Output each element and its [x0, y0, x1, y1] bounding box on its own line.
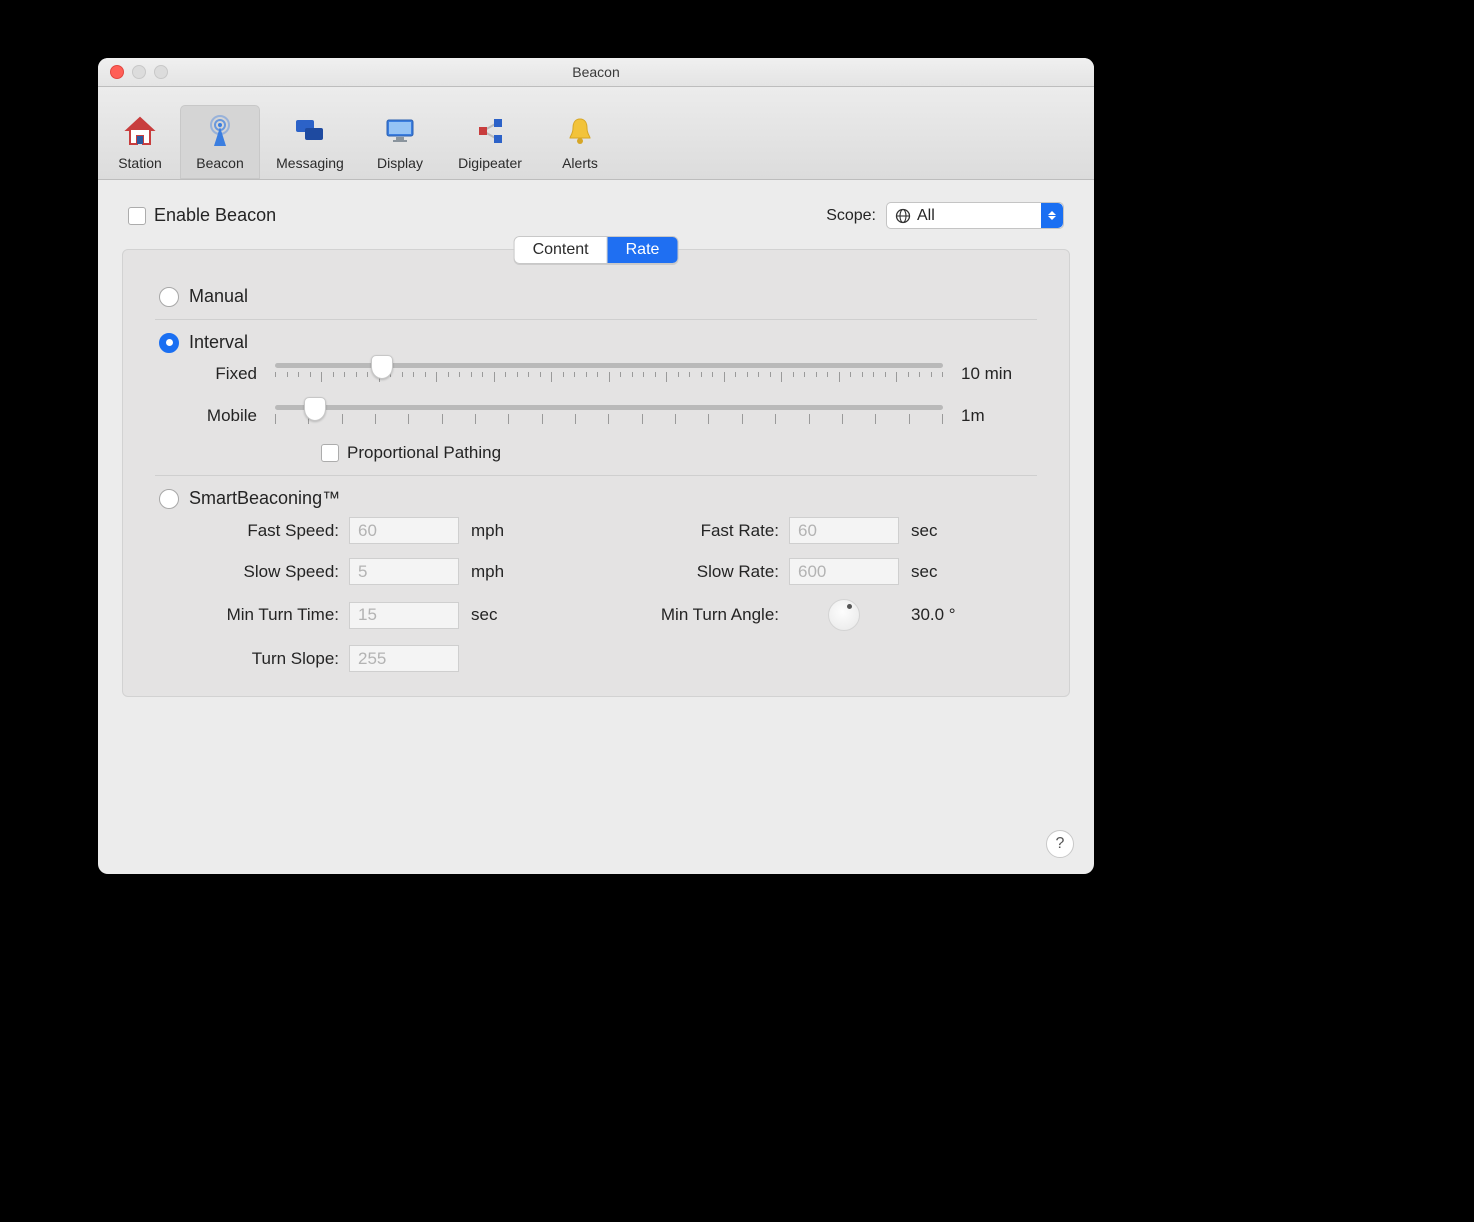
fixed-slider[interactable] [275, 353, 943, 395]
min-turn-angle-value: 30.0 ° [899, 605, 969, 625]
slow-rate-input[interactable] [789, 558, 899, 585]
fast-speed-unit: mph [459, 521, 519, 541]
bell-icon [540, 111, 620, 151]
fast-rate-input[interactable] [789, 517, 899, 544]
min-turn-angle-label: Min Turn Angle: [639, 605, 789, 625]
preferences-toolbar: Station Beacon Messaging Display Digipea… [98, 87, 1094, 180]
checkbox-box [128, 207, 146, 225]
seg-content[interactable]: Content [515, 237, 608, 263]
toolbar-label: Display [360, 155, 440, 171]
fixed-value: 10 min [961, 364, 1025, 384]
proportional-pathing-label: Proportional Pathing [347, 443, 501, 463]
close-window-button[interactable] [110, 65, 124, 79]
fast-speed-label: Fast Speed: [179, 521, 349, 541]
help-button[interactable]: ? [1046, 830, 1074, 858]
mode-interval-label: Interval [189, 332, 248, 353]
fast-rate-unit: sec [899, 521, 969, 541]
toolbar-item-station[interactable]: Station [100, 105, 180, 179]
mode-manual-radio[interactable]: Manual [159, 286, 1033, 307]
toolbar-item-display[interactable]: Display [360, 105, 440, 179]
checkbox-box [321, 444, 339, 462]
mode-smartbeaconing-label: SmartBeaconing™ [189, 488, 340, 509]
min-turn-angle-dial[interactable] [828, 599, 860, 631]
proportional-pathing-checkbox[interactable]: Proportional Pathing [203, 443, 1025, 463]
toolbar-label: Beacon [180, 155, 260, 171]
fixed-label: Fixed [203, 364, 257, 384]
toolbar-item-messaging[interactable]: Messaging [260, 105, 360, 179]
scope-value: All [917, 207, 935, 225]
mobile-slider[interactable] [275, 395, 943, 437]
interval-sliders: Fixed 10 min Mobile 1m [159, 353, 1033, 463]
seg-rate[interactable]: Rate [608, 237, 678, 263]
toolbar-label: Digipeater [440, 155, 540, 171]
enable-beacon-checkbox[interactable]: Enable Beacon [128, 205, 276, 226]
toolbar-label: Alerts [540, 155, 620, 171]
chat-icon [260, 111, 360, 151]
zoom-window-button[interactable] [154, 65, 168, 79]
content-area: Enable Beacon Scope: All Content Rate Ma… [98, 180, 1094, 874]
antenna-icon [180, 111, 260, 151]
content-rate-segmented: Content Rate [514, 236, 679, 264]
smartbeaconing-grid: Fast Speed: mph Fast Rate: sec Slow Spee… [159, 509, 1033, 672]
window-title: Beacon [98, 64, 1094, 80]
min-turn-time-label: Min Turn Time: [179, 605, 349, 625]
toolbar-item-digipeater[interactable]: Digipeater [440, 105, 540, 179]
globe-icon [895, 208, 911, 224]
turn-slope-input[interactable] [349, 645, 459, 672]
popup-arrows-icon [1041, 203, 1063, 228]
toolbar-label: Messaging [260, 155, 360, 171]
preferences-window: Beacon Station Beacon Messaging Display [98, 58, 1094, 874]
slow-rate-unit: sec [899, 562, 969, 582]
fast-speed-input[interactable] [349, 517, 459, 544]
radio-selected-icon [159, 333, 179, 353]
mobile-label: Mobile [203, 406, 257, 426]
separator [155, 475, 1037, 476]
toolbar-item-alerts[interactable]: Alerts [540, 105, 620, 179]
scope-label: Scope: [826, 207, 876, 225]
radio-icon [159, 287, 179, 307]
fast-rate-label: Fast Rate: [639, 521, 789, 541]
titlebar: Beacon [98, 58, 1094, 87]
slow-speed-label: Slow Speed: [179, 562, 349, 582]
mobile-value: 1m [961, 406, 1025, 426]
rate-group: Manual Interval Fixed 10 min [122, 249, 1070, 697]
share-icon [440, 111, 540, 151]
minimize-window-button[interactable] [132, 65, 146, 79]
separator [155, 319, 1037, 320]
mode-smartbeaconing-radio[interactable]: SmartBeaconing™ [159, 488, 1033, 509]
radio-icon [159, 489, 179, 509]
toolbar-item-beacon[interactable]: Beacon [180, 105, 260, 179]
house-icon [100, 111, 180, 151]
scope-popup[interactable]: All [886, 202, 1064, 229]
slow-rate-label: Slow Rate: [639, 562, 789, 582]
mode-manual-label: Manual [189, 286, 248, 307]
min-turn-time-input[interactable] [349, 602, 459, 629]
mode-interval-radio[interactable]: Interval [159, 332, 1033, 353]
question-mark-icon: ? [1056, 835, 1065, 853]
slow-speed-input[interactable] [349, 558, 459, 585]
min-turn-time-unit: sec [459, 605, 519, 625]
slow-speed-unit: mph [459, 562, 519, 582]
enable-beacon-label: Enable Beacon [154, 205, 276, 226]
monitor-icon [360, 111, 440, 151]
turn-slope-label: Turn Slope: [179, 649, 349, 669]
toolbar-label: Station [100, 155, 180, 171]
traffic-lights [98, 65, 168, 79]
scope-row: Scope: All [826, 202, 1064, 229]
